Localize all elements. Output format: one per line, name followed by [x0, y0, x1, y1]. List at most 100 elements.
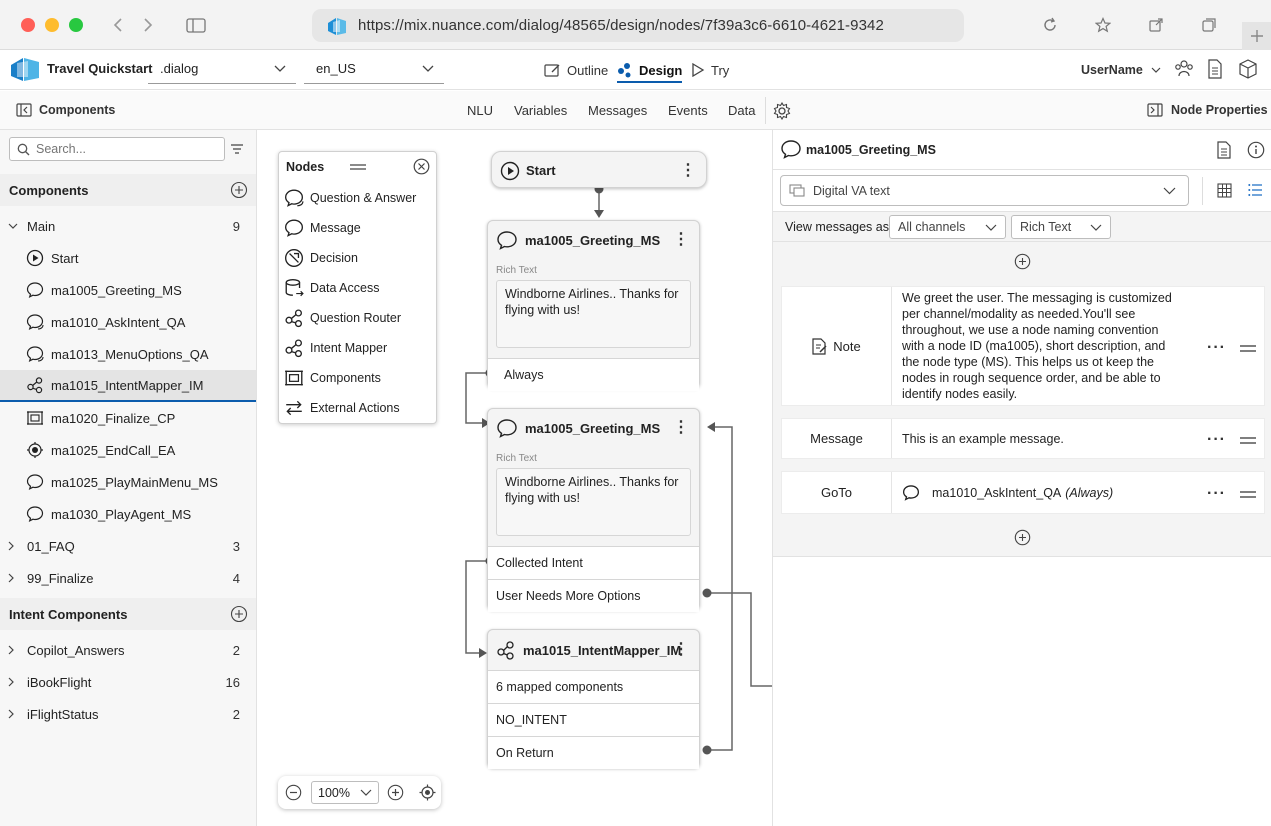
group-faq[interactable]: 01_FAQ 3 [0, 530, 256, 562]
tab-messages[interactable]: Messages [588, 103, 647, 118]
recenter-icon[interactable] [419, 784, 436, 801]
address-bar[interactable]: https://mix.nuance.com/dialog/48565/desi… [312, 9, 964, 42]
team-icon[interactable] [1174, 59, 1194, 79]
maximize-window-button[interactable] [69, 18, 83, 32]
node3-no-intent[interactable]: NO_INTENT [488, 703, 699, 736]
palette-item[interactable]: Intent Mapper [284, 338, 387, 358]
sidebar-item[interactable]: ma1015_IntentMapper_IM [0, 370, 256, 402]
zoom-select[interactable]: 100% [311, 781, 379, 804]
design-canvas[interactable]: Nodes Question & Answer Message Decision Da… [257, 130, 772, 826]
palette-item[interactable]: Question & Answer [284, 188, 416, 208]
add-intent-component-icon[interactable] [230, 605, 248, 623]
zoom-out-icon[interactable] [285, 784, 302, 801]
share-button[interactable] [1141, 12, 1171, 38]
close-window-button[interactable] [21, 18, 35, 32]
greeting-node-1[interactable]: ma1005_Greeting_MS ⋮ Rich Text Windborne… [487, 220, 700, 391]
node2-transition-collected-intent[interactable]: Collected Intent [488, 546, 699, 579]
notes-icon[interactable] [1217, 141, 1231, 159]
grid-view-icon[interactable] [1217, 183, 1232, 198]
drag-handle-icon[interactable] [1240, 344, 1256, 352]
sidebar-item[interactable]: ma1025_PlayMainMenu_MS [0, 466, 256, 498]
drag-handle-icon[interactable] [1240, 436, 1256, 444]
intent-mapper-node[interactable]: ma1015_IntentMapper_IM ⋮ 6 mapped compon… [487, 629, 700, 769]
palette-item[interactable]: Components [284, 368, 381, 388]
palette-item[interactable]: External Actions [284, 398, 400, 418]
sidebar-item[interactable]: ma1010_AskIntent_QA [0, 306, 256, 338]
format-select[interactable]: Rich Text [1011, 215, 1111, 239]
sidebar-item[interactable]: ma1005_Greeting_MS [0, 274, 256, 306]
sidebar-item[interactable]: ma1030_PlayAgent_MS [0, 498, 256, 530]
info-icon[interactable] [1247, 141, 1265, 159]
drag-handle-icon[interactable] [1240, 490, 1256, 498]
locale-select[interactable]: en_US [304, 54, 444, 84]
group-faq-label: 01_FAQ [27, 538, 75, 554]
palette-item[interactable]: Decision [284, 248, 358, 268]
palette-item[interactable]: Question Router [284, 308, 401, 328]
add-item-bottom-icon[interactable] [1014, 529, 1031, 546]
package-icon[interactable] [1239, 59, 1257, 79]
sidebar-item[interactable]: ma1013_MenuOptions_QA [0, 338, 256, 370]
add-item-top-icon[interactable] [1014, 253, 1031, 270]
list-view-icon[interactable] [1248, 183, 1263, 197]
forward-button[interactable] [134, 12, 162, 38]
group-ibookflight[interactable]: iBookFlight 16 [0, 666, 256, 698]
message-icon [26, 282, 44, 298]
goto-row[interactable]: GoTo ma1010_AskIntent_QA (Always) ··· [781, 471, 1265, 514]
node-properties-icon[interactable] [1147, 103, 1163, 117]
message-row[interactable]: Message This is an example message. ··· [781, 418, 1265, 459]
back-button[interactable] [104, 12, 132, 38]
search-box[interactable] [9, 137, 225, 161]
settings-gear-icon[interactable] [773, 102, 791, 120]
node-menu-icon[interactable]: ⋮ [673, 420, 689, 436]
new-tab-button[interactable] [1242, 22, 1271, 50]
start-node[interactable]: Start ⋮ [491, 151, 707, 188]
sidebar-item[interactable]: ma1025_EndCall_EA [0, 434, 256, 466]
tab-outline[interactable]: Outline [544, 50, 608, 90]
palette-item[interactable]: Message [284, 218, 361, 238]
more-options-icon[interactable]: ··· [1207, 485, 1226, 503]
user-menu[interactable]: UserName [1081, 50, 1161, 90]
node-properties-button[interactable]: Node Properties [1171, 103, 1268, 117]
node-menu-icon[interactable]: ⋮ [673, 232, 689, 248]
tab-events[interactable]: Events [668, 103, 708, 118]
zoom-in-icon[interactable] [387, 784, 404, 801]
reload-button[interactable] [1035, 12, 1065, 38]
more-options-icon[interactable]: ··· [1207, 431, 1226, 449]
node3-on-return[interactable]: On Return [488, 736, 699, 769]
group-copilot-answers[interactable]: Copilot_Answers 2 [0, 634, 256, 666]
node2-transition-more-options[interactable]: User Needs More Options [488, 579, 699, 612]
add-component-icon[interactable] [230, 181, 248, 199]
group-main[interactable]: Main 9 [0, 210, 256, 242]
sidebar-item[interactable]: Start [0, 242, 256, 274]
drag-handle-icon[interactable] [349, 163, 367, 171]
bookmark-button[interactable] [1088, 12, 1118, 38]
node-menu-icon[interactable]: ⋮ [673, 642, 689, 658]
tab-design[interactable]: Design [617, 50, 683, 90]
sidebar-toggle-button[interactable] [176, 12, 216, 38]
node-menu-icon[interactable]: ⋮ [680, 162, 696, 179]
palette-item[interactable]: Data Access [284, 278, 379, 298]
tab-nlu[interactable]: NLU [467, 103, 493, 118]
sidebar-item[interactable]: ma1020_Finalize_CP [0, 402, 256, 434]
tab-data[interactable]: Data [728, 103, 755, 118]
node1-transition-always[interactable]: Always [488, 358, 699, 391]
search-input[interactable] [36, 142, 216, 156]
document-icon[interactable] [1207, 59, 1223, 79]
note-row[interactable]: Note We greet the user. The messaging is… [781, 286, 1265, 406]
close-icon[interactable] [413, 158, 430, 175]
minimize-window-button[interactable] [45, 18, 59, 32]
group-iflightstatus[interactable]: iFlightStatus 2 [0, 698, 256, 730]
filter-icon[interactable] [230, 143, 244, 155]
tab-variables[interactable]: Variables [514, 103, 567, 118]
tab-try[interactable]: Try [691, 50, 729, 90]
greeting-node-2[interactable]: ma1005_Greeting_MS ⋮ Rich Text Windborne… [487, 408, 700, 612]
node3-mapped-components[interactable]: 6 mapped components [488, 670, 699, 703]
tabs-overview-button[interactable] [1194, 12, 1224, 38]
panel-collapse-icon[interactable] [16, 103, 32, 117]
digital-channel-icon [789, 184, 805, 197]
channel-select[interactable]: Digital VA text [780, 175, 1189, 206]
dialog-select[interactable]: .dialog [148, 54, 296, 84]
group-finalize[interactable]: 99_Finalize 4 [0, 562, 256, 594]
channels-filter-select[interactable]: All channels [889, 215, 1006, 239]
more-options-icon[interactable]: ··· [1207, 339, 1226, 357]
